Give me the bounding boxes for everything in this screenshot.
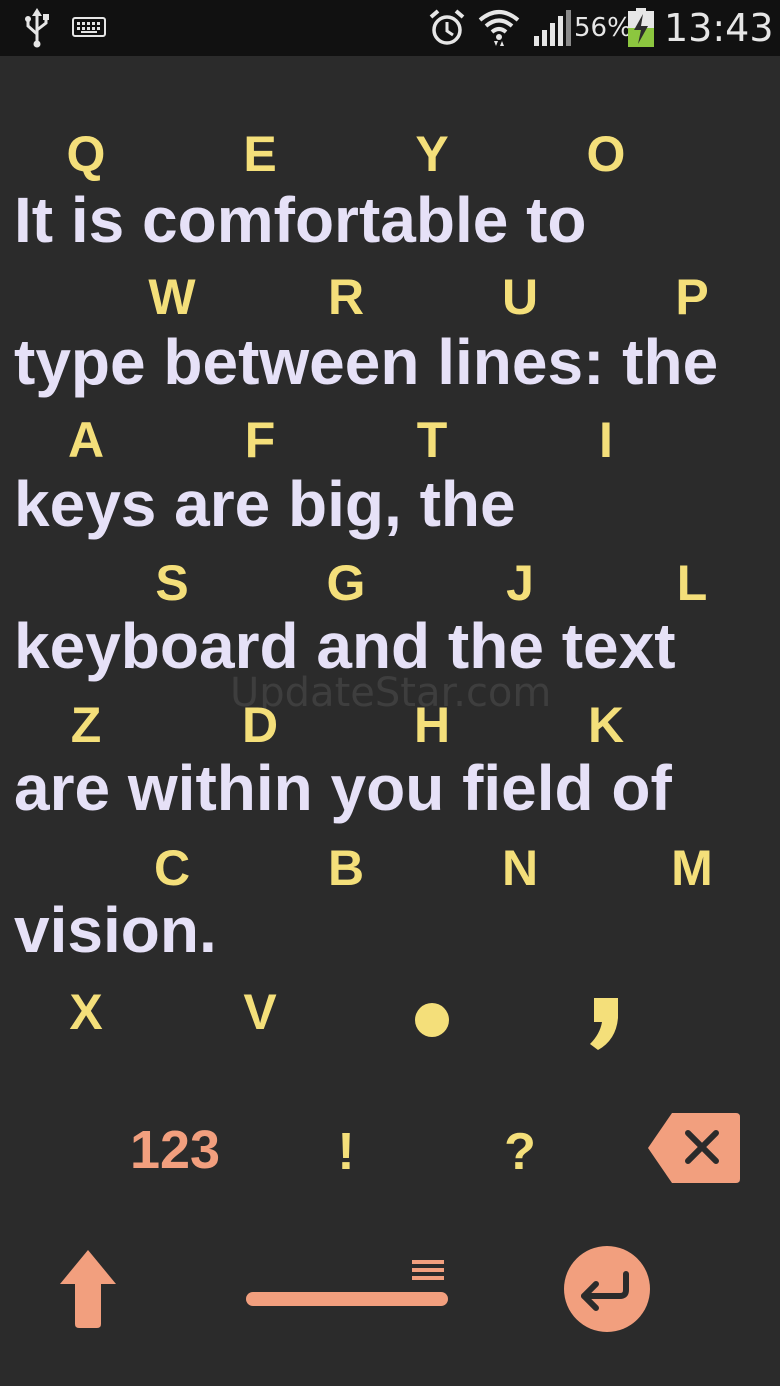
key-v[interactable]: V [200, 984, 320, 1040]
typed-text-line-3: keys are big, the [14, 468, 516, 540]
typed-text-line-1: It is comfortable to [14, 184, 587, 256]
wifi-icon [478, 8, 520, 48]
shift-button[interactable] [56, 1246, 120, 1330]
key-t[interactable]: T [372, 412, 492, 468]
typed-text-line-2: type between lines: the [14, 326, 719, 398]
key-z[interactable]: Z [26, 697, 146, 753]
enter-icon [564, 1246, 650, 1332]
dot-icon [415, 1003, 449, 1037]
key-r[interactable]: R [286, 269, 406, 325]
key-o[interactable]: O [546, 126, 666, 182]
typed-text-line-5: are within you field of [14, 752, 672, 824]
key-l[interactable]: L [632, 555, 752, 611]
key-d[interactable]: D [200, 697, 320, 753]
space-bar[interactable] [244, 1254, 450, 1312]
key-a[interactable]: A [26, 412, 146, 468]
alarm-icon [428, 8, 466, 48]
enter-button[interactable] [562, 1244, 652, 1334]
key-w[interactable]: W [112, 269, 232, 325]
comma-key[interactable] [574, 988, 634, 1058]
status-bar: 56% 13:43 [0, 0, 780, 56]
backspace-icon [648, 1113, 740, 1183]
key-n[interactable]: N [460, 840, 580, 896]
key-u[interactable]: U [460, 269, 580, 325]
key-i[interactable]: I [546, 412, 666, 468]
signal-icon [532, 10, 572, 46]
typed-text-line-6: vision. [14, 894, 217, 966]
battery-charging-icon [626, 8, 656, 48]
exclamation-key[interactable]: ! [306, 1120, 386, 1184]
key-m[interactable]: M [632, 840, 752, 896]
key-j[interactable]: J [460, 555, 580, 611]
keyboard-icon [72, 17, 106, 37]
key-e[interactable]: E [200, 126, 320, 182]
space-bar-menu-icon [246, 1260, 448, 1306]
dot-key[interactable] [402, 994, 462, 1054]
battery-percentage: 56% [574, 13, 632, 43]
key-s[interactable]: S [112, 555, 232, 611]
key-k[interactable]: K [546, 697, 666, 753]
clock: 13:43 [664, 6, 774, 50]
key-h[interactable]: H [372, 697, 492, 753]
key-c[interactable]: C [112, 840, 232, 896]
question-key[interactable]: ? [480, 1120, 560, 1184]
key-g[interactable]: G [286, 555, 406, 611]
key-x[interactable]: X [26, 984, 146, 1040]
backspace-button[interactable] [646, 1111, 742, 1185]
shift-arrow-icon [60, 1250, 116, 1328]
key-q[interactable]: Q [26, 126, 146, 182]
typed-text-line-4: keyboard and the text [14, 610, 676, 682]
key-p[interactable]: P [632, 269, 752, 325]
usb-icon [22, 8, 52, 48]
key-f[interactable]: F [200, 412, 320, 468]
comma-icon [590, 998, 618, 1050]
numbers-key[interactable]: 123 [110, 1118, 240, 1182]
keyboard-area: UpdateStar.com Q E Y O It is comfortable… [0, 56, 780, 1386]
key-y[interactable]: Y [372, 126, 492, 182]
key-b[interactable]: B [286, 840, 406, 896]
